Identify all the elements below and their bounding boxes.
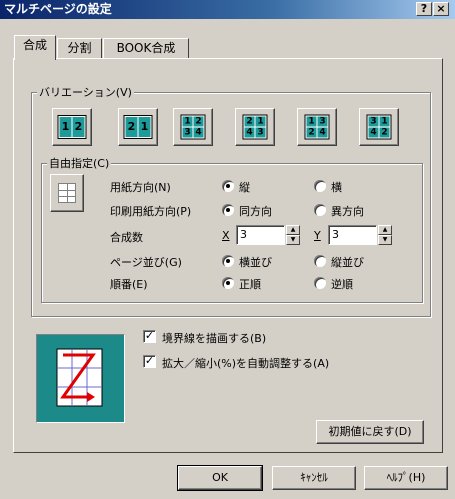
multipage-settings-dialog: マルチページの設定 ? × 合成 分割 BOOK合成 バリエーション(V) 1 … [0, 0, 455, 499]
draw-border-checkbox[interactable]: ✓ [143, 330, 156, 343]
layout-cell: 1 [182, 116, 193, 127]
normal-order-label: 正順 [239, 278, 261, 291]
layout-cell: 1 [59, 117, 72, 137]
layout-button-12[interactable]: 1 2 [52, 108, 92, 146]
horizontal-order-radio[interactable] [222, 255, 234, 267]
z-order-preview-icon [56, 348, 103, 407]
landscape-radio[interactable] [314, 180, 326, 192]
layout-4up-icon: 1 2 3 4 [180, 114, 206, 140]
different-direction-label: 異方向 [331, 205, 364, 218]
spin-down-icon[interactable]: ▼ [286, 235, 300, 245]
layout-4up-vertical-icon: 1 3 2 4 [304, 114, 330, 140]
spin-up-icon[interactable]: ▲ [378, 225, 392, 235]
spin-up-icon[interactable]: ▲ [286, 225, 300, 235]
y-count-spinner[interactable]: ▲ ▼ [378, 225, 392, 245]
page-order-label: ページ並び(G) [110, 256, 182, 269]
landscape-label: 横 [331, 181, 342, 194]
y-label: Y [314, 229, 321, 242]
layout-cell: 4 [368, 127, 379, 138]
layout-cell: 2 [193, 116, 204, 127]
layout-4up-reverse-icon: 2 1 4 3 [242, 114, 268, 140]
layout-cell: 4 [317, 127, 328, 138]
help-button[interactable]: ﾍﾙﾌﾟ(H) [364, 466, 448, 490]
print-paper-orientation-label: 印刷用紙方向(P) [110, 205, 192, 218]
layout-button-1324[interactable]: 1 3 2 4 [297, 108, 337, 146]
layout-cell: 3 [255, 127, 266, 138]
same-direction-label: 同方向 [239, 205, 272, 218]
sequence-label: 順番(E) [110, 278, 148, 291]
layout-2up-reverse-icon: 2 1 [123, 115, 153, 139]
reverse-order-label: 逆順 [331, 278, 353, 291]
layout-cell: 4 [193, 127, 204, 138]
layout-cell: 1 [306, 116, 317, 127]
portrait-radio[interactable] [222, 180, 234, 192]
custom-legend: 自由指定(C) [47, 155, 112, 171]
spin-down-icon[interactable]: ▼ [378, 235, 392, 245]
reset-defaults-button[interactable]: 初期値に戻す(D) [316, 420, 424, 444]
tab-book-combine-label: BOOK合成 [116, 41, 176, 55]
x-label: X [222, 229, 230, 242]
tab-split[interactable]: 分割 [57, 38, 102, 58]
paper-orientation-label: 用紙方向(N) [110, 181, 171, 194]
layout-cell: 2 [125, 117, 138, 137]
tab-split-label: 分割 [67, 41, 92, 55]
x-count-input[interactable]: 3 [236, 225, 285, 245]
layout-cell: 2 [306, 127, 317, 138]
layout-cell: 1 [255, 116, 266, 127]
horizontal-order-label: 横並び [239, 256, 272, 269]
same-direction-radio[interactable] [222, 204, 234, 216]
layout-cell: 1 [379, 116, 390, 127]
close-icon[interactable]: × [433, 2, 449, 16]
y-count-input[interactable]: 3 [328, 225, 377, 245]
vertical-order-radio[interactable] [314, 255, 326, 267]
reverse-order-radio[interactable] [314, 277, 326, 289]
window-title: マルチページの設定 [4, 2, 112, 16]
tab-combine[interactable]: 合成 [14, 35, 56, 60]
cancel-button[interactable]: ｷｬﾝｾﾙ [272, 466, 356, 490]
layout-cell: 3 [317, 116, 328, 127]
layout-button-2143[interactable]: 2 1 4 3 [235, 108, 275, 146]
layout-button-1234[interactable]: 1 2 3 4 [173, 108, 213, 146]
layout-cell: 2 [72, 117, 85, 137]
layout-cell: 2 [244, 116, 255, 127]
layout-4up-vertical-reverse-icon: 3 1 4 2 [366, 114, 392, 140]
title-bar: マルチページの設定 ? × [0, 0, 455, 19]
layout-button-3142[interactable]: 3 1 4 2 [359, 108, 399, 146]
layout-preview [36, 334, 125, 423]
x-count-spinner[interactable]: ▲ ▼ [286, 225, 300, 245]
different-direction-radio[interactable] [314, 204, 326, 216]
portrait-label: 縦 [239, 181, 250, 194]
layout-cell: 3 [182, 127, 193, 138]
help-icon[interactable]: ? [416, 2, 432, 16]
custom-layout-button[interactable] [50, 174, 84, 212]
layout-button-21[interactable]: 2 1 [118, 108, 158, 146]
variation-legend: バリエーション(V) [37, 84, 134, 100]
draw-border-label: 境界線を描画する(B) [162, 332, 267, 345]
combine-count-label: 合成数 [110, 231, 143, 244]
layout-cell: 1 [138, 117, 151, 137]
ok-button[interactable]: OK [177, 465, 263, 491]
auto-scale-label: 拡大／縮小(%)を自動調整する(A) [162, 357, 330, 370]
vertical-order-label: 縦並び [331, 256, 364, 269]
grid-icon [58, 183, 76, 203]
auto-scale-checkbox[interactable]: ✓ [143, 355, 156, 368]
layout-2up-icon: 1 2 [57, 115, 87, 139]
tab-combine-label: 合成 [22, 38, 47, 52]
normal-order-radio[interactable] [222, 277, 234, 289]
layout-cell: 3 [368, 116, 379, 127]
layout-cell: 2 [379, 127, 390, 138]
layout-cell: 4 [244, 127, 255, 138]
tab-book-combine[interactable]: BOOK合成 [103, 38, 189, 58]
